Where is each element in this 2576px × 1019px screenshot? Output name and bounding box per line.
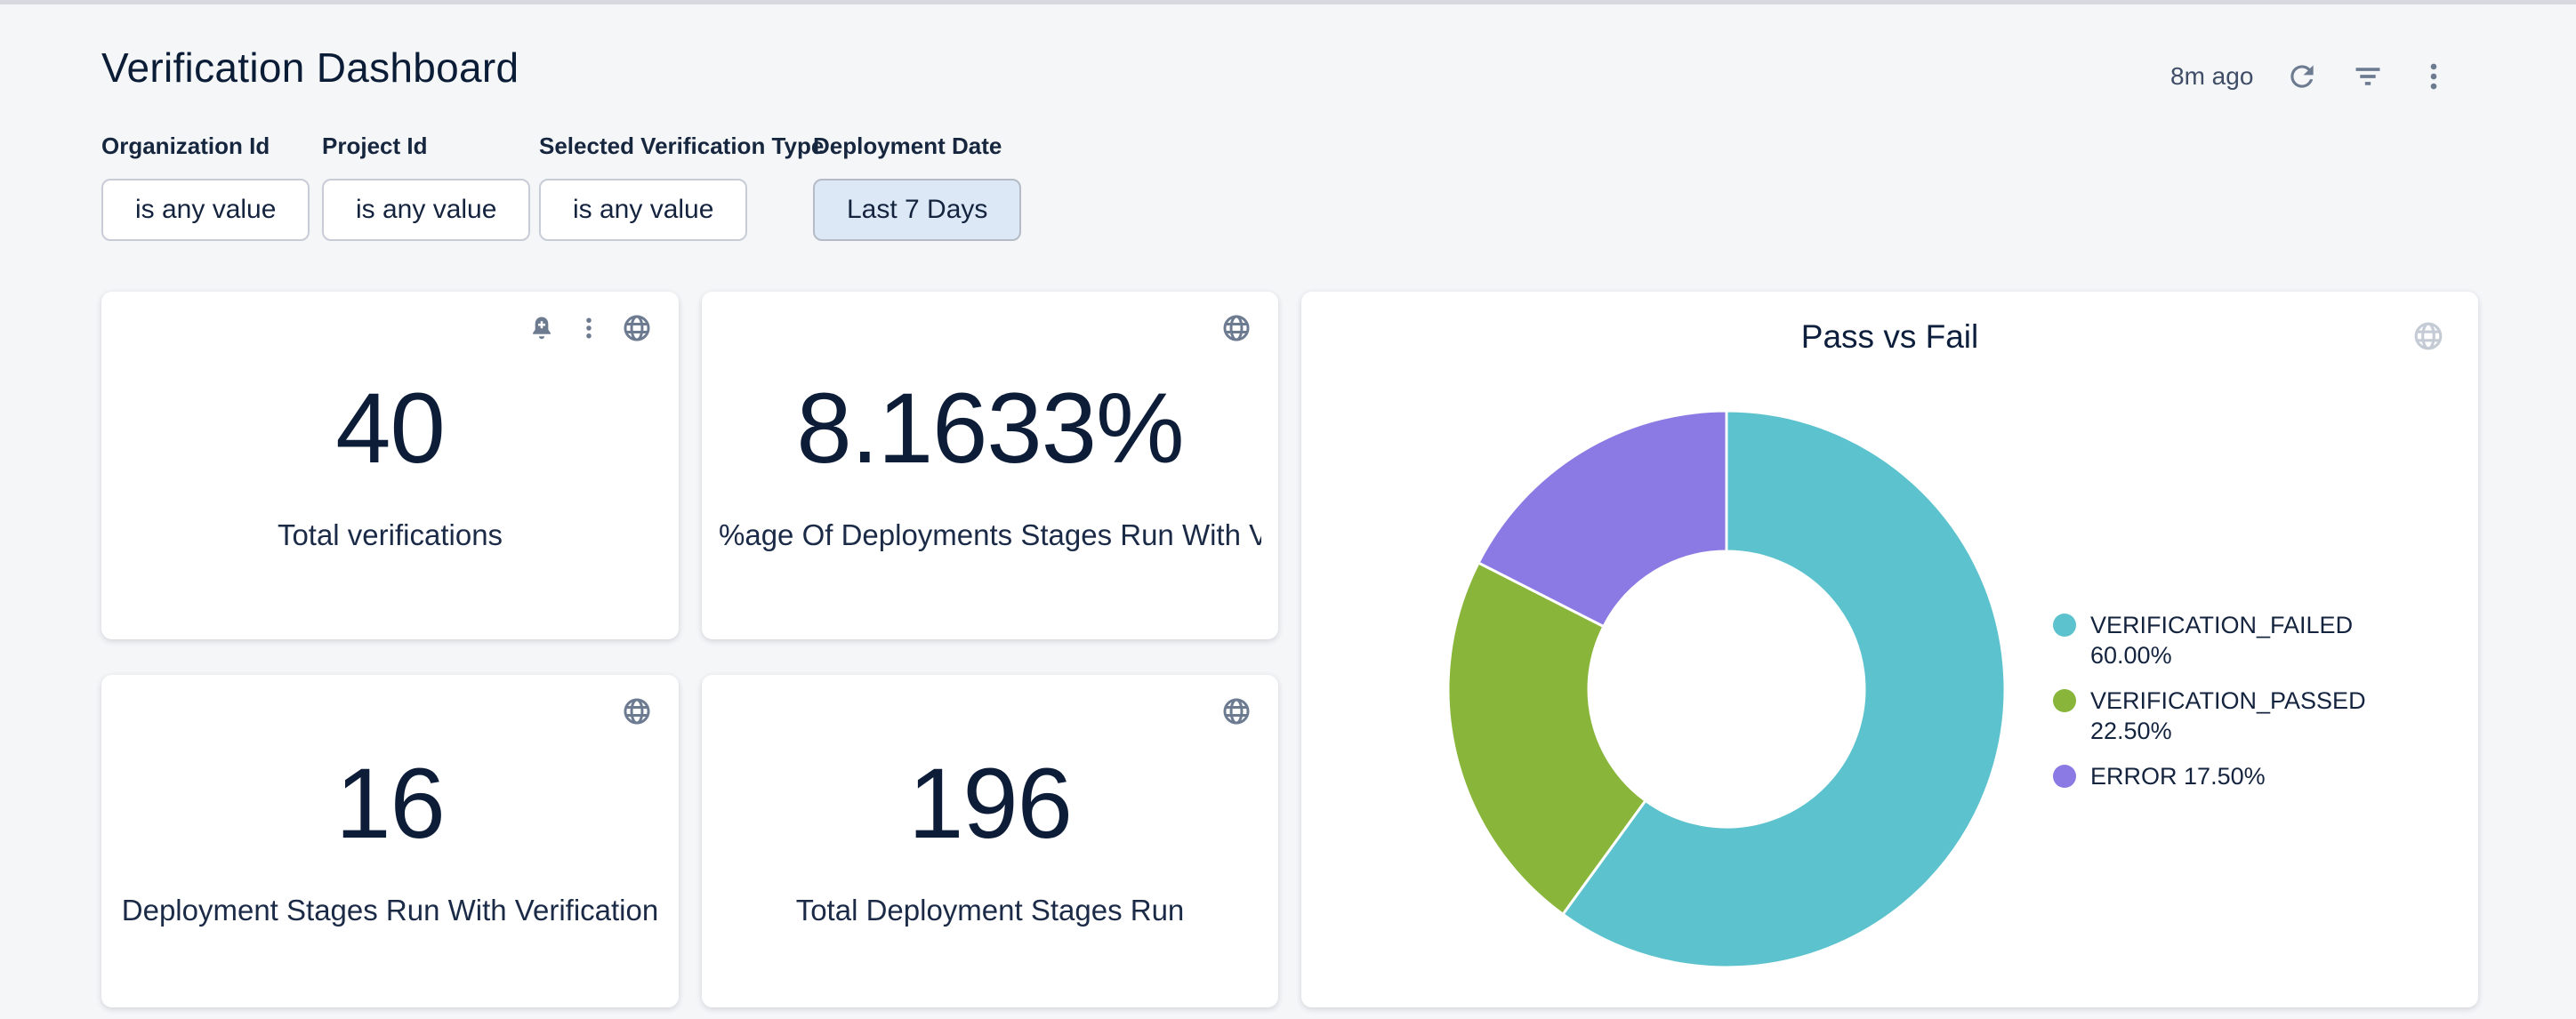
- kebab-menu-icon: [576, 315, 602, 341]
- tile-total-stages-run: 196 Total Deployment Stages Run: [702, 675, 1278, 1007]
- kpi-label: Total verifications: [278, 518, 503, 553]
- legend-item-verification-failed[interactable]: VERIFICATION_FAILED 60.00%: [2053, 610, 2355, 670]
- filter-label: Deployment Date: [813, 132, 1021, 159]
- kpi-label: %age Of Deployments Stages Run With V…: [719, 518, 1261, 553]
- last-refresh-time: 8m ago: [2170, 62, 2253, 91]
- kpi-value: 8.1633%: [796, 379, 1183, 478]
- filters-toggle-button[interactable]: [2351, 60, 2385, 93]
- kpi-stat: 16 Deployment Stages Run With Verificati…: [101, 675, 679, 1007]
- legend-swatch-teal: [2053, 614, 2076, 637]
- donut-chart-svg: [1446, 409, 2007, 969]
- tile-actions: [527, 313, 652, 343]
- explore-globe-button[interactable]: [1221, 313, 1252, 343]
- globe-icon: [2412, 320, 2444, 352]
- tile-actions: [1221, 696, 1252, 726]
- tile-actions: [622, 696, 652, 726]
- legend-swatch-purple: [2053, 765, 2076, 788]
- explore-globe-button[interactable]: [622, 313, 652, 343]
- page-title: Verification Dashboard: [101, 44, 519, 92]
- explore-globe-button[interactable]: [2412, 320, 2444, 352]
- alert-bell-add-button[interactable]: [527, 314, 556, 342]
- refresh-button[interactable]: [2285, 60, 2319, 93]
- verification-dashboard-page: Verification Dashboard 8m ago: [0, 0, 2576, 1019]
- bell-plus-icon: [527, 314, 556, 342]
- kpi-label: Total Deployment Stages Run: [796, 893, 1185, 928]
- legend-swatch-green: [2053, 689, 2076, 712]
- filter-label: Project Id: [322, 132, 530, 159]
- kpi-value: 40: [335, 379, 445, 478]
- filter-organization-id: Organization Id is any value: [101, 132, 310, 241]
- kebab-menu-icon: [2417, 60, 2451, 93]
- chart-legend: VERIFICATION_FAILED 60.00% VERIFICATION_…: [2053, 610, 2355, 791]
- filter-value-button[interactable]: is any value: [101, 179, 310, 241]
- tile-pct-stages-with-verification: 8.1633% %age Of Deployments Stages Run W…: [702, 292, 1278, 639]
- donut-chart[interactable]: [1446, 409, 2007, 969]
- filter-selected-verification-type: Selected Verification Type is any value: [539, 132, 824, 241]
- legend-item-verification-passed[interactable]: VERIFICATION_PASSED 22.50%: [2053, 686, 2355, 746]
- globe-icon: [622, 313, 652, 343]
- kpi-value: 16: [335, 754, 445, 854]
- filter-value-button[interactable]: is any value: [539, 179, 747, 241]
- chart-title: Pass vs Fail: [1301, 318, 2478, 356]
- legend-label: ERROR 17.50%: [2090, 761, 2355, 791]
- filter-project-id: Project Id is any value: [322, 132, 530, 241]
- filter-lines-icon: [2351, 60, 2385, 93]
- refresh-icon: [2285, 60, 2319, 93]
- kpi-label: Deployment Stages Run With Verification: [122, 893, 658, 928]
- filter-deployment-date: Deployment Date Last 7 Days: [813, 132, 1021, 241]
- filter-value-button[interactable]: Last 7 Days: [813, 179, 1021, 241]
- filter-label: Selected Verification Type: [539, 132, 824, 159]
- kpi-stat: 8.1633% %age Of Deployments Stages Run W…: [702, 292, 1278, 639]
- explore-globe-button[interactable]: [1221, 696, 1252, 726]
- kpi-stat: 40 Total verifications: [101, 292, 679, 639]
- tile-pass-vs-fail-chart: Pass vs Fail VERIFICATION_FAILED 60.00% …: [1301, 292, 2478, 1007]
- legend-item-error[interactable]: ERROR 17.50%: [2053, 761, 2355, 791]
- tile-stages-run-with-verification: 16 Deployment Stages Run With Verificati…: [101, 675, 679, 1007]
- tile-actions: [1221, 313, 1252, 343]
- kpi-value: 196: [908, 754, 1072, 854]
- globe-icon: [1221, 696, 1252, 726]
- legend-label: VERIFICATION_FAILED 60.00%: [2090, 610, 2355, 670]
- explore-globe-button[interactable]: [622, 696, 652, 726]
- filter-label: Organization Id: [101, 132, 310, 159]
- dashboard-menu-button[interactable]: [2417, 60, 2451, 93]
- tile-menu-button[interactable]: [576, 315, 602, 341]
- filter-value-button[interactable]: is any value: [322, 179, 530, 241]
- globe-icon: [1221, 313, 1252, 343]
- kpi-stat: 196 Total Deployment Stages Run: [702, 675, 1278, 1007]
- tile-total-verifications: 40 Total verifications: [101, 292, 679, 639]
- dashboard-actions: 8m ago: [2170, 54, 2451, 99]
- globe-icon: [622, 696, 652, 726]
- legend-label: VERIFICATION_PASSED 22.50%: [2090, 686, 2355, 746]
